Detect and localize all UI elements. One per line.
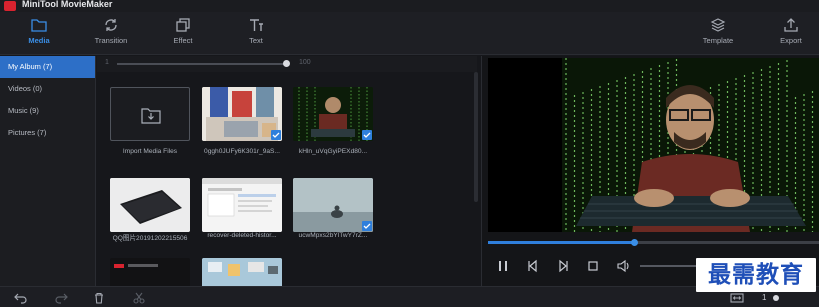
selected-checkbox[interactable] <box>271 130 281 140</box>
selected-checkbox[interactable] <box>362 130 372 140</box>
thumbnail-image <box>202 178 282 232</box>
media-thumbnail[interactable] <box>202 87 282 141</box>
media-thumbnail[interactable] <box>293 178 373 232</box>
thumbnail-image <box>110 178 190 232</box>
import-folder-icon <box>141 108 161 124</box>
media-thumbnail[interactable] <box>293 87 373 141</box>
import-media-label: Import Media Files <box>122 148 178 155</box>
title-bar: MiniTool MovieMaker <box>0 0 819 12</box>
previous-frame-icon[interactable] <box>526 259 540 273</box>
media-thumbnail[interactable] <box>110 258 190 286</box>
undo-icon[interactable] <box>14 292 28 304</box>
timeline-zoom-value: 1 <box>762 293 767 302</box>
folder-icon <box>31 19 47 32</box>
check-icon <box>363 223 371 229</box>
thumbnail-image <box>110 258 190 286</box>
sidebar-item-pictures[interactable]: Pictures (7) <box>0 122 95 144</box>
video-preview-frame <box>562 58 819 232</box>
selected-checkbox[interactable] <box>362 221 372 231</box>
main-toolbar: Media Transition Effect Text Template Ex… <box>0 12 819 55</box>
app-title: MiniTool MovieMaker <box>22 0 113 9</box>
thumbnail-image <box>202 87 282 141</box>
transition-icon <box>105 19 117 31</box>
media-thumbnail[interactable] <box>110 178 190 232</box>
media-thumbnail[interactable] <box>202 178 282 232</box>
thumbnail-image <box>293 87 373 141</box>
export-label: Export <box>780 36 802 45</box>
media-item-label: ucwMpxs2bYlTwY7rZ... <box>298 232 368 239</box>
export-icon <box>784 18 798 32</box>
check-icon <box>272 132 280 138</box>
media-grid-scrollbar[interactable] <box>474 72 478 202</box>
tab-transition-label: Transition <box>94 36 128 45</box>
slider-handle[interactable] <box>283 60 290 67</box>
template-button[interactable]: Template <box>683 18 753 45</box>
thumbnail-image <box>202 258 282 286</box>
volume-icon[interactable] <box>616 259 632 273</box>
tab-transition[interactable]: Transition <box>76 18 146 45</box>
media-thumbnail[interactable] <box>202 258 282 286</box>
split-scissors-icon[interactable] <box>133 292 145 304</box>
template-layers-icon <box>710 18 726 32</box>
fit-timeline-icon[interactable] <box>730 292 744 304</box>
timeline-zoom-slider-handle[interactable] <box>773 295 779 301</box>
thumbnail-size-bar: 1 100 <box>97 56 477 72</box>
media-item-label: kHln_uVqGyiPEXd80... <box>298 148 368 155</box>
sidebar-item-videos[interactable]: Videos (0) <box>0 78 95 100</box>
delete-trash-icon[interactable] <box>93 292 105 304</box>
thumbnail-size-slider[interactable] <box>117 63 287 65</box>
app-logo-icon <box>4 1 16 11</box>
import-media-button[interactable] <box>110 87 190 141</box>
media-item-label: recover-deleted-histor... <box>207 232 277 239</box>
media-item-label: QQ图片20191202215506 <box>112 235 188 242</box>
export-button[interactable]: Export <box>756 18 819 45</box>
template-label: Template <box>702 36 734 45</box>
next-frame-icon[interactable] <box>556 259 570 273</box>
effect-icon <box>176 18 190 32</box>
tab-effect-label: Effect <box>173 36 193 45</box>
check-icon <box>363 132 371 138</box>
tab-media[interactable]: Media <box>4 18 74 45</box>
media-sidebar: My Album (7) Videos (0) Music (9) Pictur… <box>0 56 96 286</box>
watermark-logo: 最需教育 <box>696 258 816 292</box>
text-icon <box>250 19 263 31</box>
volume-slider[interactable] <box>640 265 700 267</box>
playback-progress-fill <box>488 241 634 244</box>
redo-icon[interactable] <box>54 292 68 304</box>
slider-max-label: 100 <box>299 59 311 66</box>
tab-text[interactable]: Text <box>221 18 291 45</box>
stop-icon[interactable] <box>586 259 600 273</box>
thumbnail-image <box>293 178 373 232</box>
sidebar-item-music[interactable]: Music (9) <box>0 100 95 122</box>
video-frame-image <box>562 58 819 232</box>
media-library-grid: Import Media Files 0ggh0JUFy6K301r_9aS..… <box>97 72 477 286</box>
tab-effect[interactable]: Effect <box>148 18 218 45</box>
pause-icon[interactable] <box>496 259 510 273</box>
media-item-label: 0ggh0JUFy6K301r_9aS... <box>204 148 280 155</box>
sidebar-item-my-album[interactable]: My Album (7) <box>0 56 95 78</box>
tab-text-label: Text <box>249 36 263 45</box>
slider-min-label: 1 <box>105 59 109 66</box>
playback-progress-handle[interactable] <box>631 239 638 246</box>
tab-media-label: Media <box>28 36 50 45</box>
